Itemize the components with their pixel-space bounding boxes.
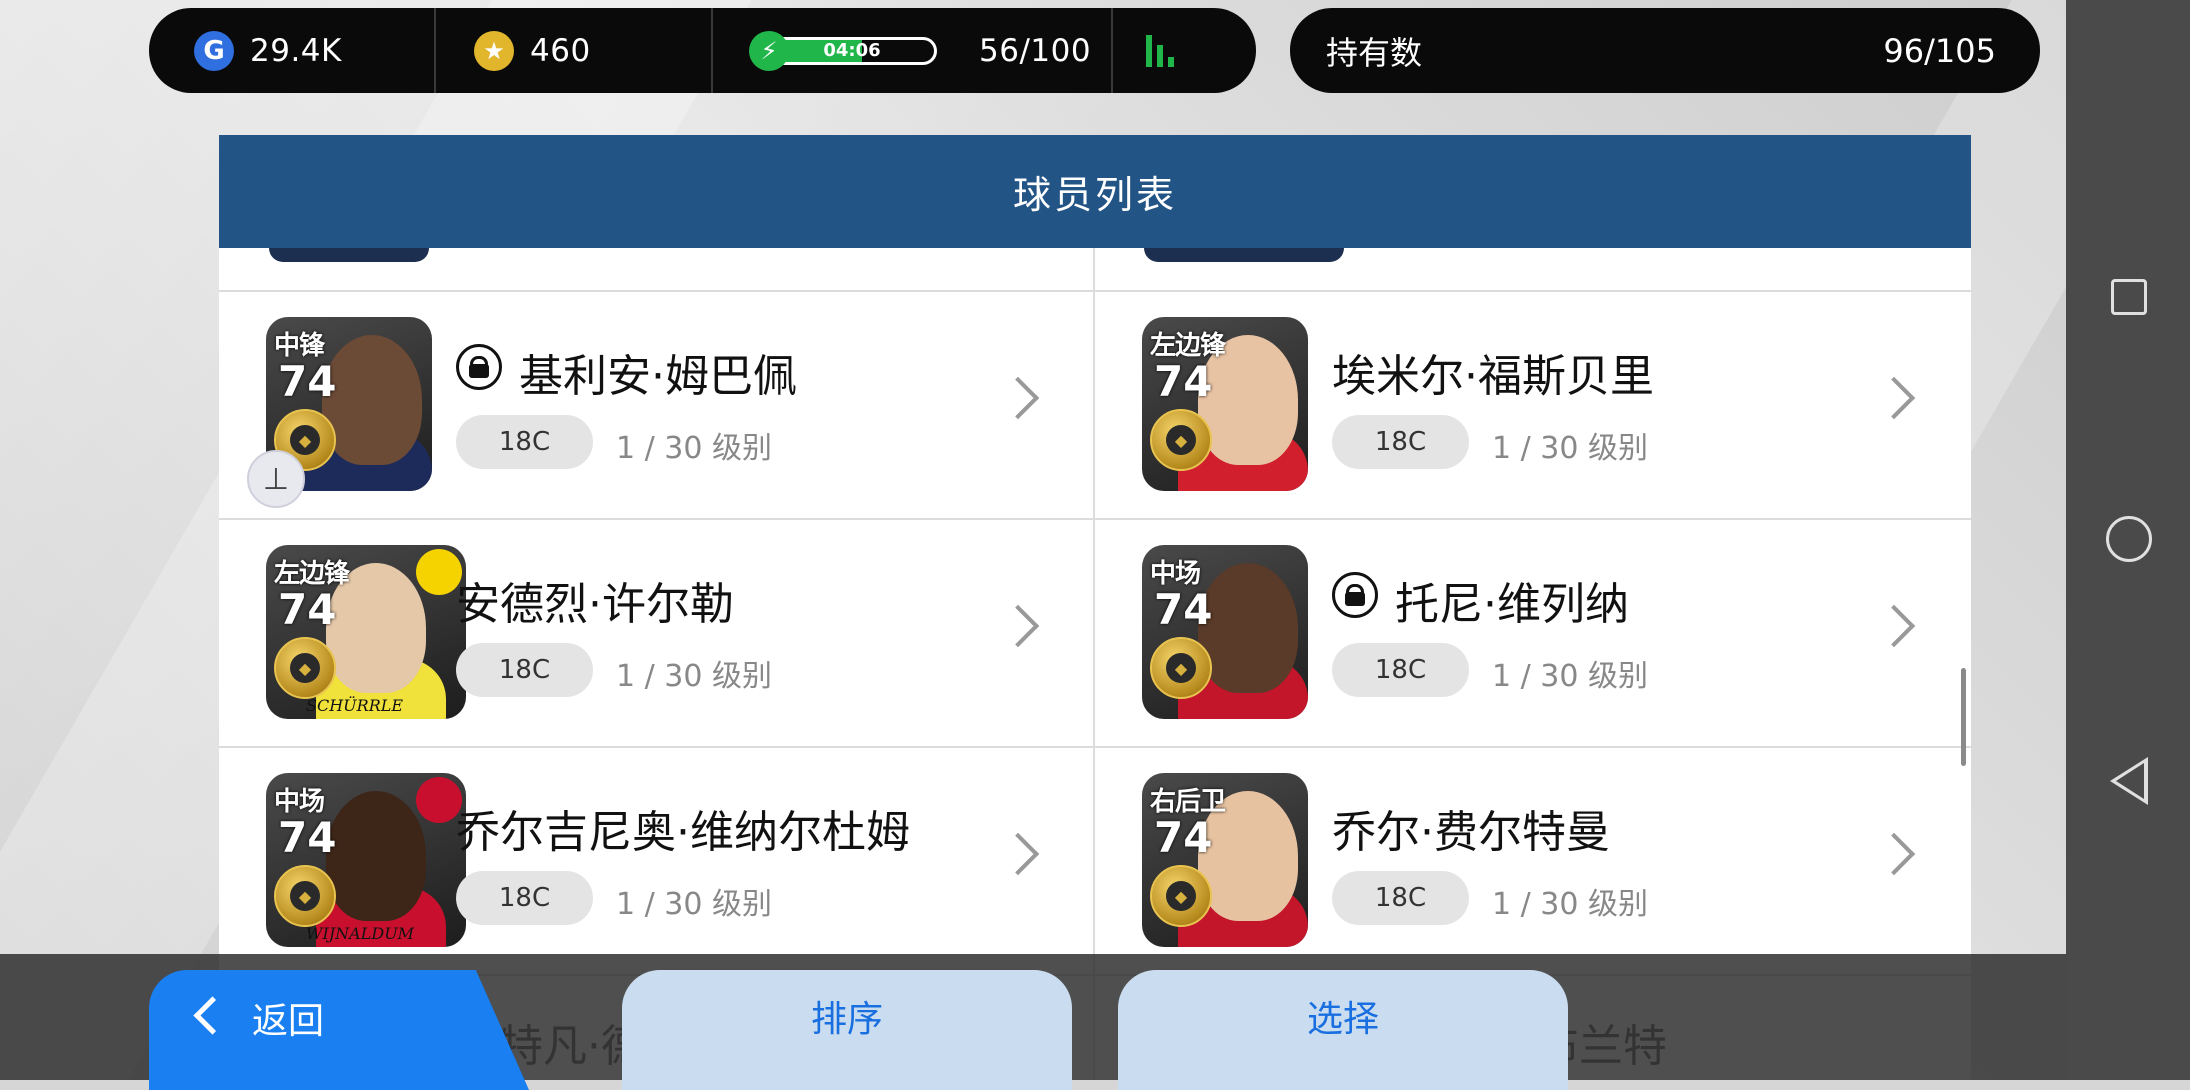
card-type-tag: 18C — [456, 415, 593, 469]
player-level: 1 / 30 级别 — [616, 887, 772, 922]
holding-label: 持有数 — [1326, 33, 1423, 72]
player-name: 安德烈·许尔勒 — [456, 579, 734, 630]
player-thumbnail: 中场 74 ◆ WIJNALDUM — [266, 773, 466, 947]
player-nameplate: WIJNALDUM — [306, 924, 415, 943]
chevron-right-icon — [1872, 376, 1916, 420]
resource-bar: G 29.4K ★ 460 ⚡ 04:06 56/100 — [149, 8, 1256, 93]
gp-value: 29.4K — [250, 32, 342, 69]
sort-button[interactable]: 排序 — [622, 970, 1072, 1090]
player-rating: 74 — [278, 813, 337, 862]
lock-icon — [456, 344, 502, 390]
player-rating: 74 — [1154, 813, 1213, 862]
player-portrait — [322, 335, 422, 465]
chevron-right-icon — [996, 376, 1040, 420]
player-card[interactable]: 中场 74 ◆ WIJNALDUM 乔尔吉尼奥·维纳尔杜姆 18C 1 / 30 级别 — [219, 748, 1093, 974]
player-level: 1 / 30 级别 — [1492, 887, 1648, 922]
player-thumbnail: 右后卫 74 ◆ — [1142, 773, 1308, 947]
chevron-right-icon — [996, 832, 1040, 876]
pin-icon[interactable]: ⊥ — [247, 450, 305, 508]
player-rating: 74 — [1154, 357, 1213, 406]
player-level: 1 / 30 级别 — [1492, 659, 1648, 694]
player-rating: 74 — [278, 357, 337, 406]
back-triangle-icon[interactable] — [2110, 757, 2148, 805]
coin-value: 460 — [530, 32, 591, 69]
player-portrait — [1198, 563, 1298, 693]
system-nav-bar — [2066, 0, 2190, 1080]
player-portrait — [326, 791, 426, 921]
player-card[interactable]: 中锋 74 ◆ ⊥ 基利安·姆巴佩 18C 1 / 30 级别 — [219, 292, 1093, 518]
player-name: 乔尔吉尼奥·维纳尔杜姆 — [456, 807, 910, 858]
player-thumbnail: 左边锋 74 ◆ — [1142, 317, 1308, 491]
player-rating: 74 — [1154, 585, 1213, 634]
panel-title: 球员列表 — [219, 135, 1971, 248]
energy-counter[interactable]: ⚡ 04:06 56/100 — [711, 8, 1111, 93]
player-card[interactable]: 中场 74 ◆ 托尼·维列纳 18C 1 / 30 级别 — [1095, 520, 1969, 746]
home-icon[interactable] — [2106, 516, 2152, 562]
player-name: 基利安·姆巴佩 — [519, 351, 797, 402]
player-card[interactable]: 左边锋 74 ◆ 埃米尔·福斯贝里 18C 1 / 30 级别 — [1095, 292, 1969, 518]
chevron-right-icon — [996, 604, 1040, 648]
chevron-right-icon — [1872, 604, 1916, 648]
back-label: 返回 — [252, 1001, 325, 1042]
gp-counter[interactable]: G 29.4K — [149, 8, 434, 93]
player-thumbnail: 中场 74 ◆ — [1142, 545, 1308, 719]
player-name: 乔尔·费尔特曼 — [1332, 807, 1610, 858]
player-level: 1 / 30 级别 — [616, 659, 772, 694]
gold-medal-icon: ◆ — [274, 637, 336, 699]
chevron-right-icon — [1872, 832, 1916, 876]
player-thumbnail: 左边锋 74 ◆ SCHÜRRLE — [266, 545, 466, 719]
energy-value: 56/100 — [979, 32, 1092, 69]
back-button[interactable]: 返回 — [149, 970, 529, 1090]
star-coin-icon: ★ — [474, 30, 514, 71]
bar-chart-icon — [1146, 34, 1174, 67]
list-scrollbar[interactable] — [1961, 668, 1966, 766]
energy-bar: 04:06 — [767, 36, 937, 65]
player-name: 埃米尔·福斯贝里 — [1332, 351, 1654, 402]
player-card[interactable]: 左边锋 74 ◆ SCHÜRRLE 安德烈·许尔勒 18C 1 / 30 级别 — [219, 520, 1093, 746]
lock-icon — [1332, 572, 1378, 618]
card-type-tag: 18C — [456, 871, 593, 925]
gold-medal-icon: ◆ — [1150, 637, 1212, 699]
select-button[interactable]: 选择 — [1118, 970, 1568, 1090]
player-rating: 74 — [278, 585, 337, 634]
lightning-bolt-icon: ⚡ — [749, 30, 789, 71]
energy-timer: 04:06 — [823, 40, 881, 61]
previous-row-thumb — [269, 248, 429, 262]
coin-counter[interactable]: ★ 460 — [434, 8, 711, 93]
stats-button[interactable] — [1111, 8, 1256, 93]
recents-icon[interactable] — [2111, 279, 2147, 315]
chevron-left-icon — [193, 996, 232, 1035]
gold-medal-icon: ◆ — [274, 865, 336, 927]
gold-medal-icon: ◆ — [1150, 409, 1212, 471]
player-level: 1 / 30 级别 — [1492, 431, 1648, 466]
player-nameplate: SCHÜRRLE — [306, 696, 404, 715]
gp-icon: G — [194, 30, 234, 71]
card-type-tag: 18C — [456, 643, 593, 697]
player-level: 1 / 30 级别 — [616, 431, 772, 466]
previous-row-thumb — [1144, 248, 1344, 262]
card-type-tag: 18C — [1332, 643, 1469, 697]
gold-medal-icon: ◆ — [1150, 865, 1212, 927]
holding-count: 持有数 96/105 — [1290, 8, 2040, 93]
player-card[interactable]: 右后卫 74 ◆ 乔尔·费尔特曼 18C 1 / 30 级别 — [1095, 748, 1969, 974]
card-type-tag: 18C — [1332, 415, 1469, 469]
card-type-tag: 18C — [1332, 871, 1469, 925]
player-name: 托尼·维列纳 — [1395, 579, 1629, 630]
sort-label: 排序 — [810, 999, 883, 1040]
select-label: 选择 — [1306, 999, 1379, 1040]
holding-value: 96/105 — [1883, 31, 1996, 70]
